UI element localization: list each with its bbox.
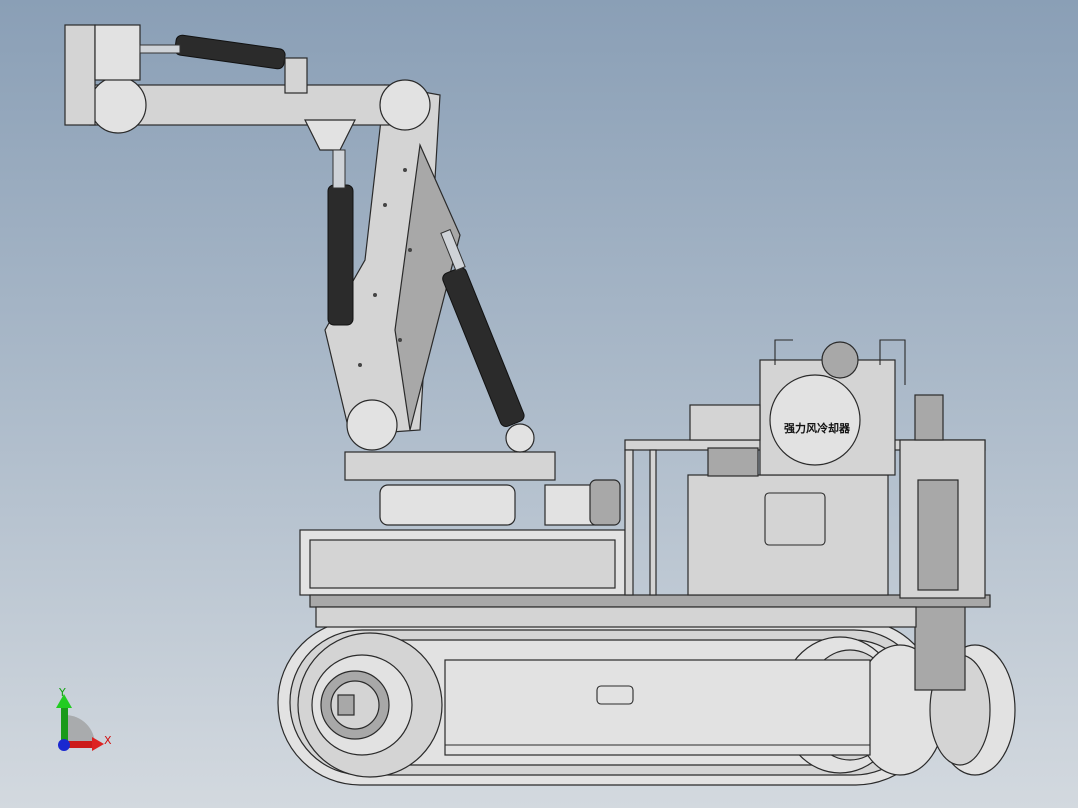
cad-viewport[interactable]: 强力风冷却器 Y X bbox=[0, 0, 1078, 808]
turntable bbox=[344, 451, 621, 526]
cooler-label: 强力风冷却器 bbox=[784, 422, 850, 435]
robot-vehicle-model[interactable] bbox=[0, 0, 1078, 808]
x-axis-label: X bbox=[104, 734, 112, 747]
axis-triad bbox=[56, 694, 104, 751]
robot-arm bbox=[64, 24, 535, 453]
y-axis-label: Y bbox=[59, 686, 66, 699]
track-assembly bbox=[277, 604, 1016, 786]
hydraulic-station bbox=[624, 339, 986, 599]
